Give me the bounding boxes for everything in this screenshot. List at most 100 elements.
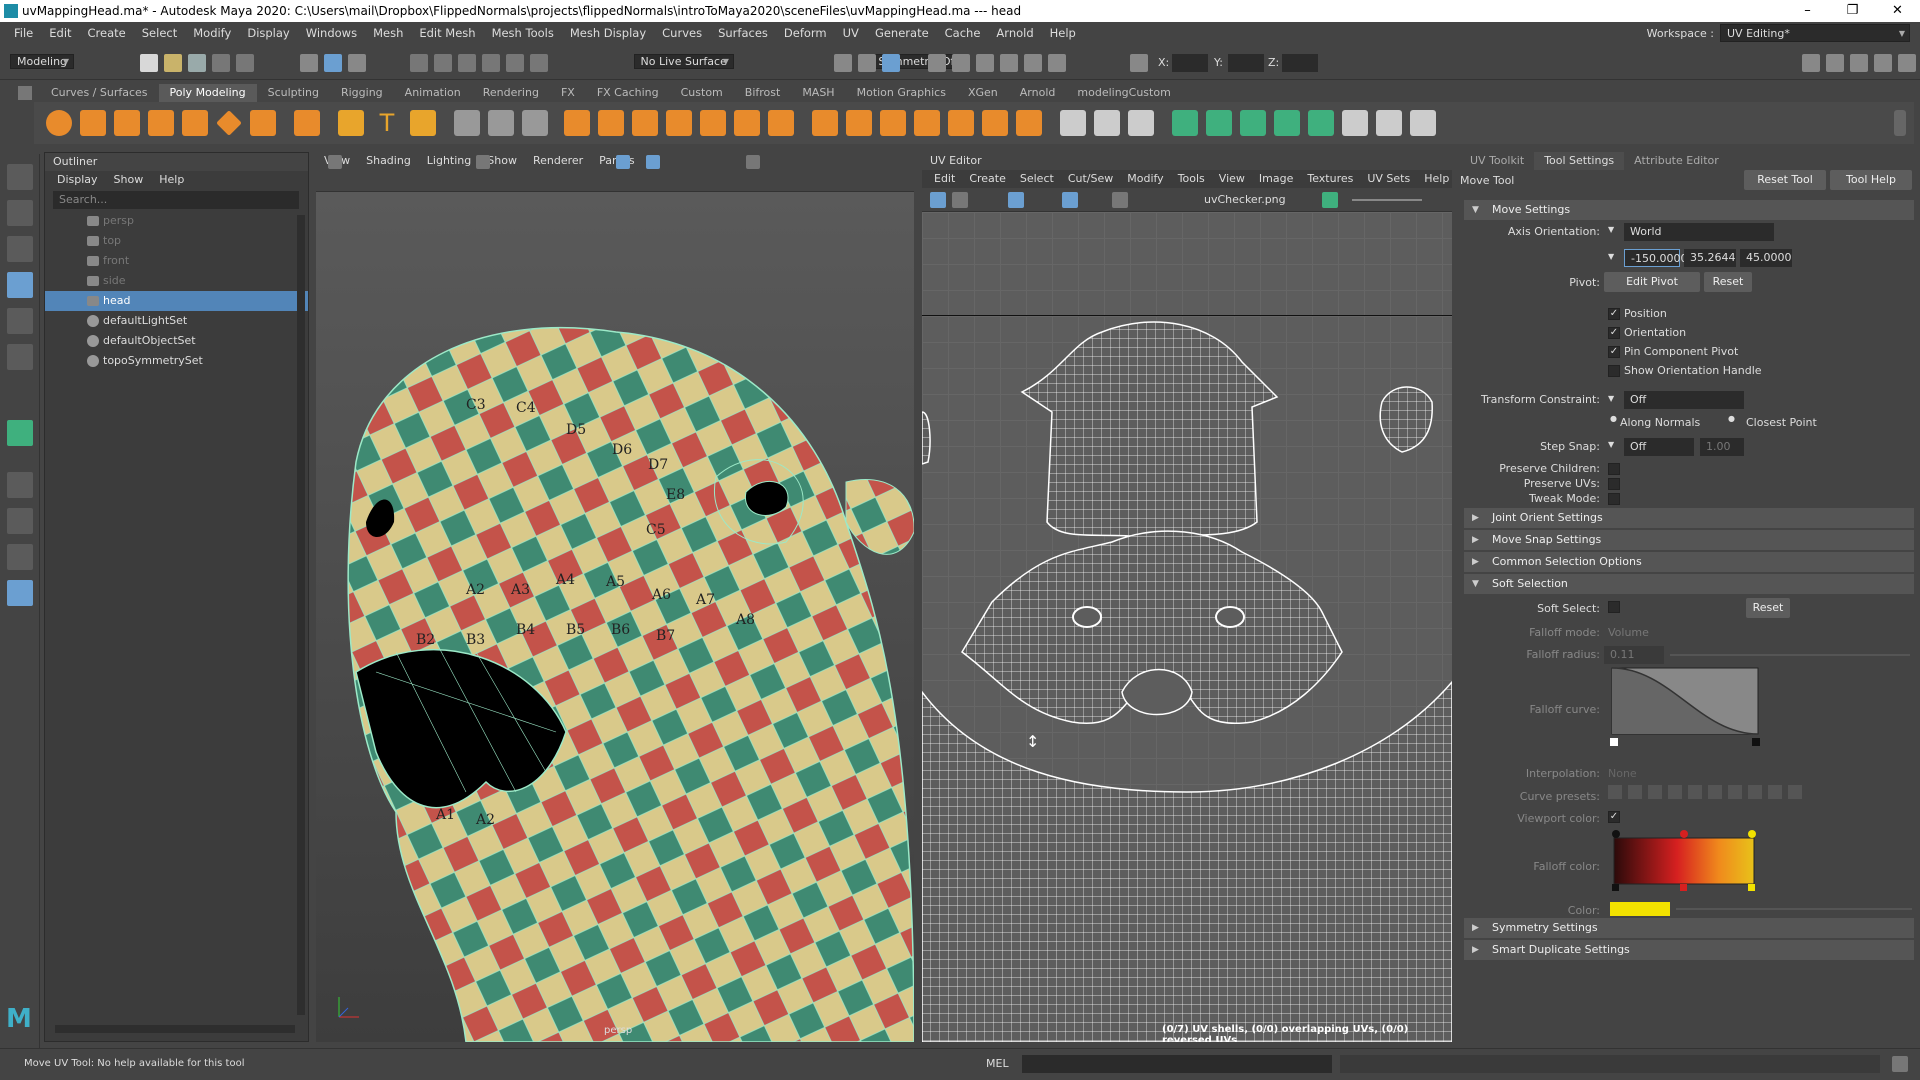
common-selection-section[interactable]: Common Selection Options (1464, 552, 1914, 572)
smooth-icon[interactable] (522, 110, 548, 136)
axis-x-field[interactable]: -150.0000 (1624, 249, 1687, 267)
menu-file[interactable]: File (6, 26, 41, 40)
curve-preset-icon[interactable] (1728, 785, 1742, 799)
select-by-component-icon[interactable] (324, 54, 342, 72)
lasso-tool-icon[interactable] (7, 200, 33, 226)
step-snap-arrow-icon[interactable]: ▼ (1608, 440, 1614, 449)
edit-pivot-button[interactable]: Edit Pivot (1604, 272, 1700, 292)
outliner-menu-help[interactable]: Help (159, 171, 184, 189)
modeling-toolkit-icon[interactable] (1802, 54, 1820, 72)
uv-menu-view[interactable]: View (1219, 170, 1245, 188)
render-frame-icon[interactable] (858, 54, 876, 72)
crease-icon[interactable] (1016, 110, 1042, 136)
menu-set-dropdown[interactable]: Modeling (10, 54, 75, 69)
soft-select-checkbox[interactable] (1608, 601, 1620, 613)
curve-preset-icon[interactable] (1708, 785, 1722, 799)
command-line-input[interactable] (1022, 1055, 1332, 1073)
falloff-color-ramp[interactable] (1610, 828, 1760, 894)
transform-constraint-dropdown[interactable]: Off (1624, 391, 1744, 409)
closest-point-radio[interactable]: ● (1728, 414, 1735, 423)
outliner-menu-show[interactable]: Show (114, 171, 144, 189)
shelf-tab-xgen[interactable]: XGen (957, 84, 1009, 102)
combine-icon[interactable] (454, 110, 480, 136)
cut-uv-icon[interactable] (1206, 110, 1232, 136)
poly-cylinder-icon[interactable] (114, 110, 140, 136)
texture-name[interactable]: uvChecker.png (1204, 193, 1286, 206)
tab-tool-settings[interactable]: Tool Settings (1534, 152, 1625, 170)
separate-icon[interactable] (488, 110, 514, 136)
axis-z-field[interactable]: 45.0000 (1740, 249, 1792, 267)
menu-uv[interactable]: UV (835, 26, 867, 40)
viewport-scene[interactable]: C3 C4 D5 D6 D7 E8 A2 A3 A4 A5 A6 A7 A8 B2 B3 B4 B5 B6 B7 C5… (316, 192, 914, 1042)
snap-live-icon[interactable] (530, 54, 548, 72)
attribute-editor-icon[interactable] (1850, 54, 1868, 72)
outliner-layout-icon[interactable] (7, 580, 33, 606)
super-shape-icon[interactable] (338, 110, 364, 136)
shelf-tab-fx-caching[interactable]: FX Caching (586, 84, 670, 102)
menu-select[interactable]: Select (134, 26, 185, 40)
pin-component-pivot-checkbox[interactable]: ✓ (1608, 346, 1620, 358)
z-field[interactable] (1282, 54, 1318, 72)
snap-grid-icon[interactable] (410, 54, 428, 72)
light-editor-icon[interactable] (1000, 54, 1018, 72)
outliner-item-defaultobjectset[interactable]: defaultObjectSet (45, 331, 308, 351)
snap-view-icon[interactable] (506, 54, 524, 72)
pause-icon[interactable] (1048, 54, 1066, 72)
render-setup-icon[interactable] (976, 54, 994, 72)
curve-preset-icon[interactable] (1788, 785, 1802, 799)
show-orientation-handle-checkbox[interactable] (1608, 365, 1620, 377)
render-view-icon[interactable] (834, 54, 852, 72)
shelf-tab-fx[interactable]: FX (550, 84, 586, 102)
shelf-tab-poly-modeling[interactable]: Poly Modeling (158, 84, 257, 102)
preserve-children-checkbox[interactable] (1608, 463, 1620, 475)
menu-modify[interactable]: Modify (185, 26, 239, 40)
menu-cache[interactable]: Cache (937, 26, 989, 40)
exposure-slider[interactable] (1352, 199, 1422, 201)
append-icon[interactable] (700, 110, 726, 136)
axis-y-field[interactable]: 35.2644 (1684, 249, 1736, 267)
fill-hole-icon[interactable] (734, 110, 760, 136)
checker-toggle-icon[interactable] (1112, 192, 1128, 208)
axis-values-arrow-icon[interactable]: ▼ (1608, 252, 1614, 261)
menu-curves[interactable]: Curves (654, 26, 710, 40)
arnold-render-icon[interactable] (1024, 54, 1042, 72)
slide-edge-icon[interactable] (982, 110, 1008, 136)
outliner-menu-display[interactable]: Display (57, 171, 98, 189)
move-snap-section[interactable]: Move Snap Settings (1464, 530, 1914, 550)
shelf-tab-sculpting[interactable]: Sculpting (257, 84, 330, 102)
scale-tool-icon[interactable] (7, 344, 33, 370)
viewport-color-checkbox[interactable]: ✓ (1608, 811, 1620, 823)
uv-grid-canvas[interactable]: ↕ (0/7) UV shells, (0/0) overlapping UVs… (922, 212, 1452, 1042)
shelf-menu-icon[interactable] (18, 86, 32, 100)
shelf-tab-bifrost[interactable]: Bifrost (734, 84, 792, 102)
menu-arnold[interactable]: Arnold (988, 26, 1041, 40)
tweak-mode-checkbox[interactable] (1608, 493, 1620, 505)
pivot-reset-button[interactable]: Reset (1704, 272, 1752, 292)
tab-uv-toolkit[interactable]: UV Toolkit (1460, 152, 1534, 170)
connect-icon[interactable] (948, 110, 974, 136)
grid-toggle-icon[interactable] (476, 155, 490, 169)
soft-select-reset-button[interactable]: Reset (1746, 598, 1790, 618)
curve-preset-icon[interactable] (1628, 785, 1642, 799)
redo-icon[interactable] (236, 54, 254, 72)
outliner-hscrollbar[interactable] (55, 1025, 295, 1033)
viewport-menu-lighting[interactable]: Lighting (427, 152, 471, 170)
outliner-scrollbar[interactable] (297, 215, 305, 1015)
curve-preset-icon[interactable] (1748, 785, 1762, 799)
along-normals-radio[interactable]: ● (1610, 414, 1617, 423)
shaded-uv-icon[interactable] (1322, 192, 1338, 208)
shelf-scroll-icon[interactable] (1894, 110, 1906, 136)
poly-plane-icon[interactable] (182, 110, 208, 136)
transform-mode-icon[interactable] (1130, 54, 1148, 72)
uv-menu-tools[interactable]: Tools (1178, 170, 1205, 188)
uv-menu-help[interactable]: Help (1424, 170, 1449, 188)
color-swatch[interactable] (1610, 902, 1670, 916)
uv-menu-modify[interactable]: Modify (1127, 170, 1163, 188)
four-view-icon[interactable] (7, 508, 33, 534)
shelf-tab-animation[interactable]: Animation (394, 84, 472, 102)
viewport-menu-show[interactable]: Show (487, 152, 517, 170)
tool-help-button[interactable]: Tool Help (1830, 170, 1912, 190)
head-mesh[interactable] (316, 192, 914, 1042)
platonic-solid-icon[interactable] (294, 110, 320, 136)
cylindrical-mapping-icon[interactable] (1128, 110, 1154, 136)
